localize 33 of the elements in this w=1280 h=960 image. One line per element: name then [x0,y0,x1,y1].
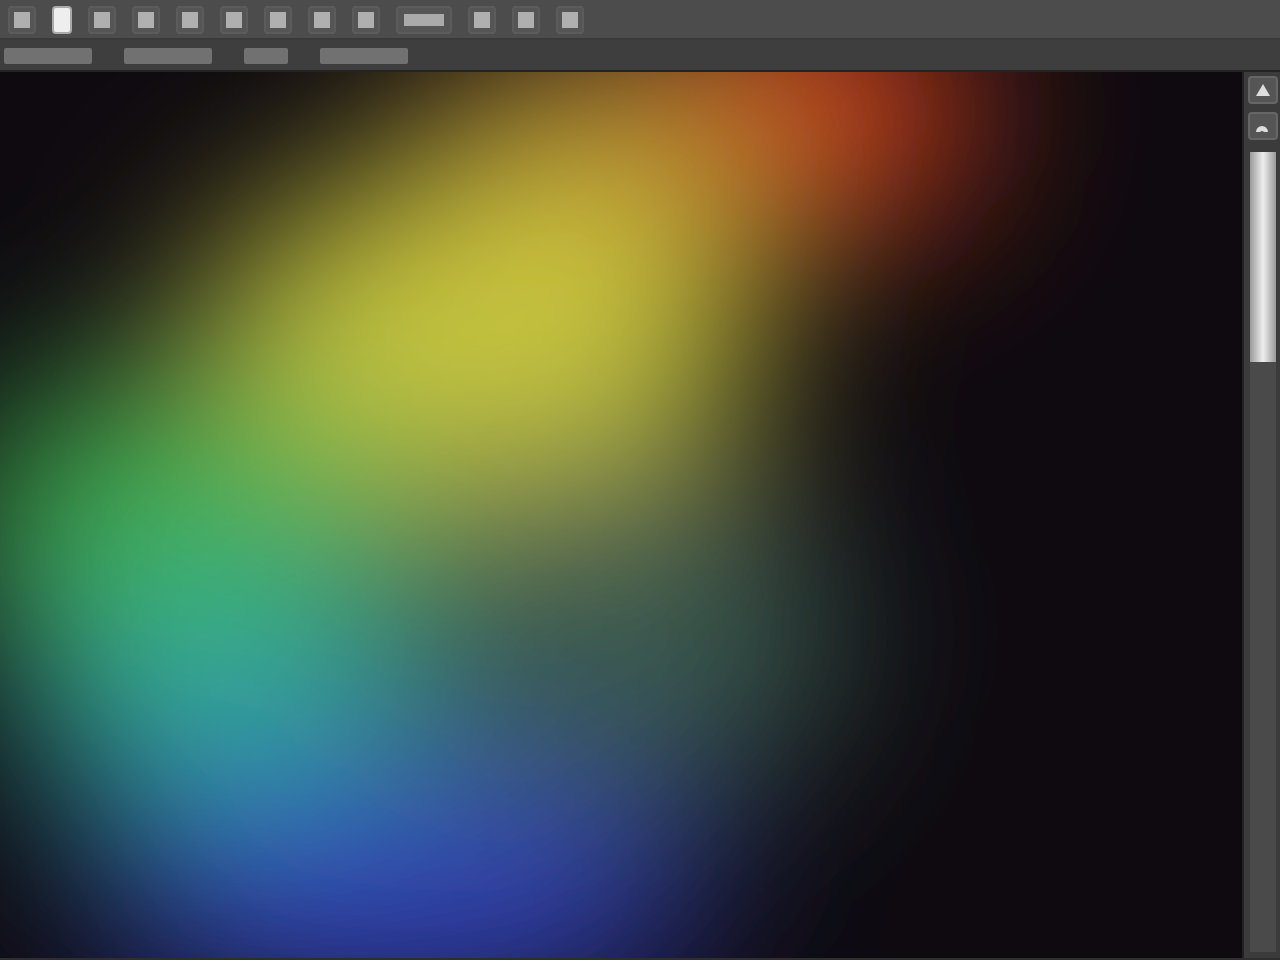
square-icon [270,11,286,27]
tool-button[interactable] [352,5,380,33]
square-icon [226,11,242,27]
tool-button[interactable] [8,5,36,33]
scrollbar-thumb[interactable] [1249,152,1275,362]
undo-button[interactable] [1247,112,1277,140]
scroll-up-button[interactable] [1247,76,1277,104]
square-icon [562,11,578,27]
square-icon [182,11,198,27]
square-icon [138,11,154,27]
square-icon [358,11,374,27]
color-swatch[interactable] [52,5,72,33]
tool-button[interactable] [132,5,160,33]
square-icon [14,11,30,27]
bar-icon [404,13,444,25]
square-icon [518,11,534,27]
tool-button[interactable] [308,5,336,33]
tool-button[interactable] [556,5,584,33]
tool-button[interactable] [396,5,452,33]
square-icon [314,11,330,27]
option-icon[interactable] [244,47,288,63]
option-icon[interactable] [124,47,212,63]
option-icon[interactable] [320,47,408,63]
tool-button[interactable] [264,5,292,33]
tool-button[interactable] [512,5,540,33]
option-icon[interactable] [4,47,92,63]
tool-button[interactable] [220,5,248,33]
tool-button[interactable] [176,5,204,33]
square-icon [474,11,490,27]
triangle-icon [1255,84,1269,96]
tool-button[interactable] [468,5,496,33]
tool-button[interactable] [88,5,116,33]
square-icon [94,11,110,27]
